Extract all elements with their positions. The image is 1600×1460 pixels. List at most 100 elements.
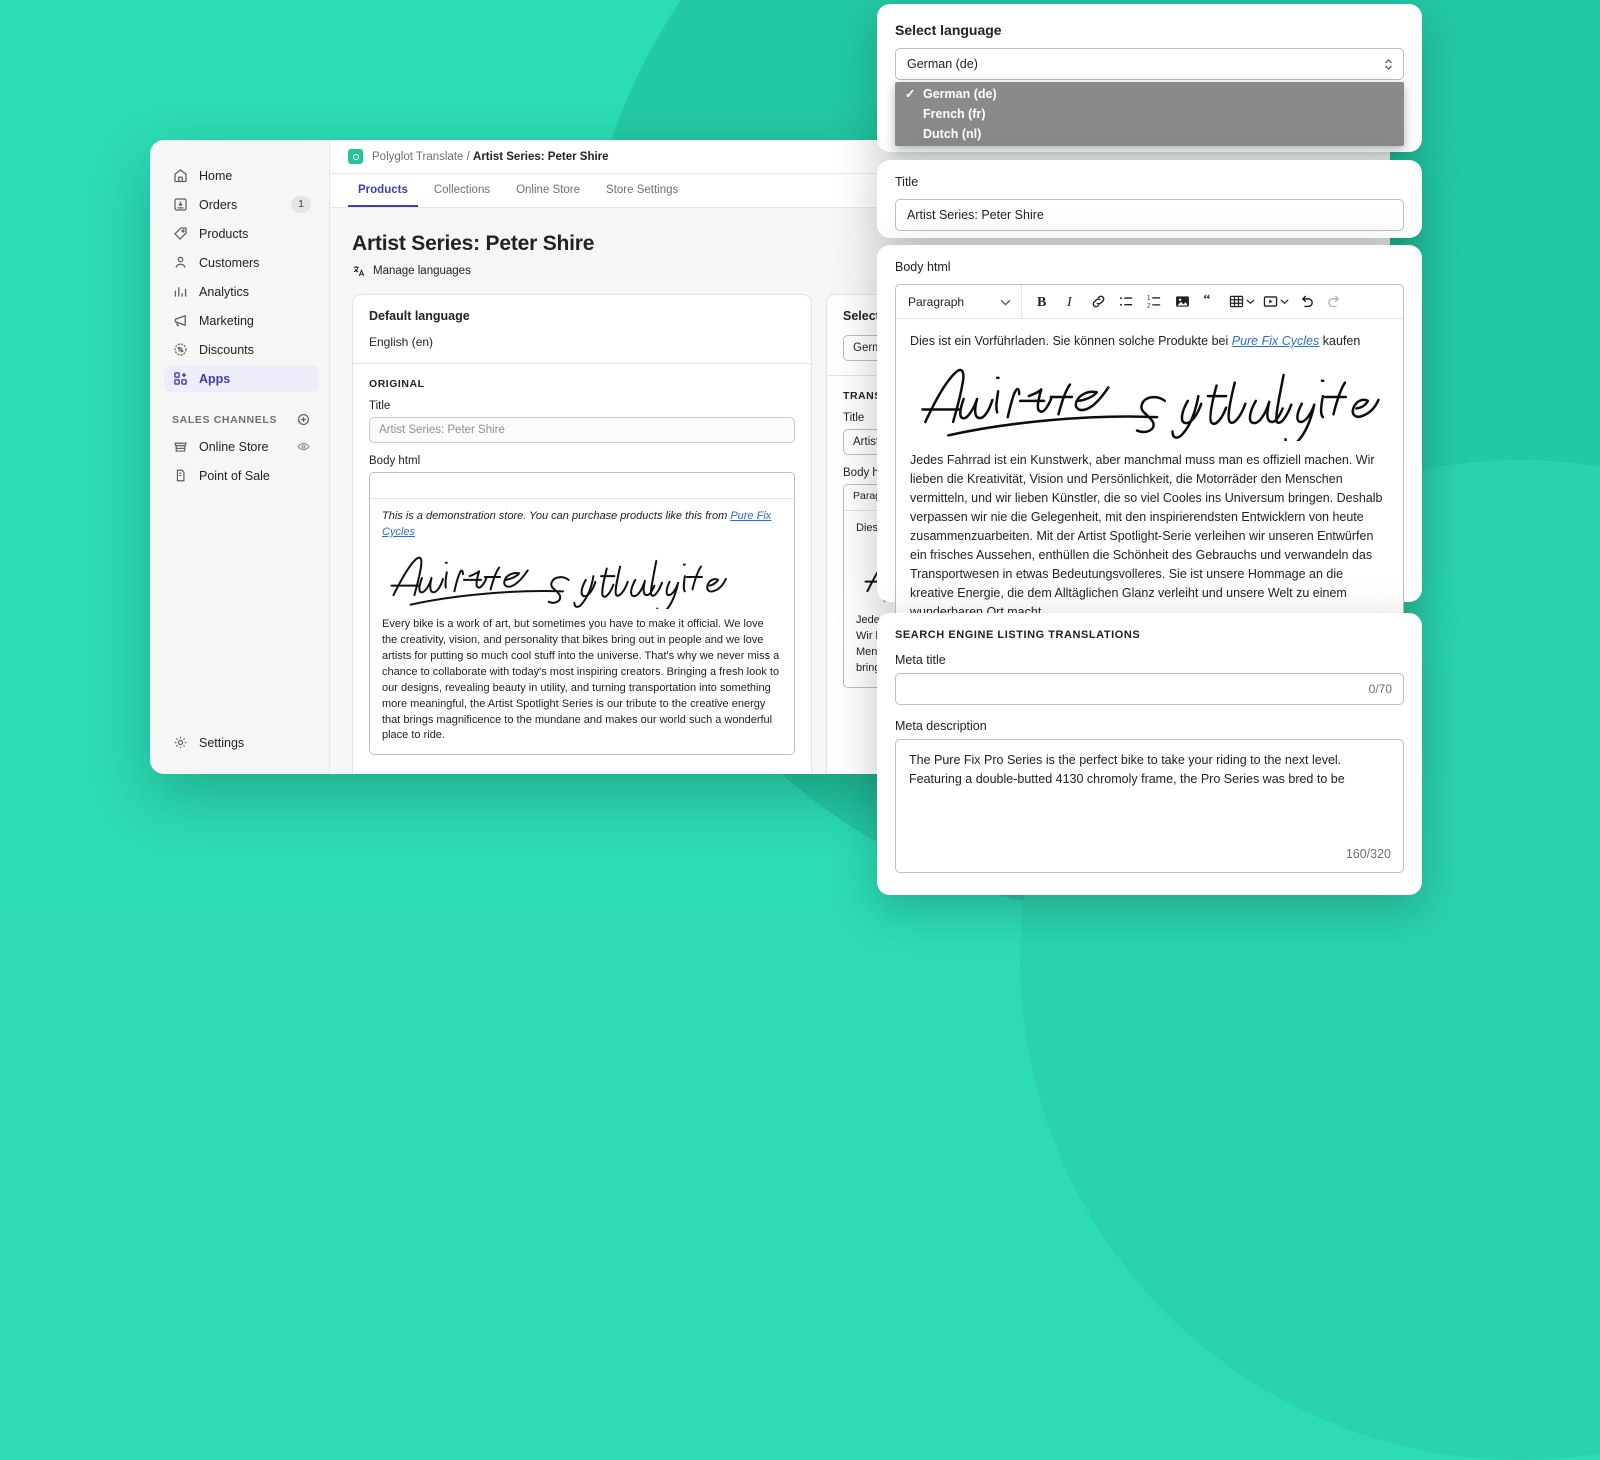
sidebar-item-analytics[interactable]: Analytics [164, 278, 319, 305]
orders-badge: 1 [291, 196, 311, 213]
original-intro: This is a demonstration store. You can p… [382, 509, 782, 541]
language-option-german[interactable]: ✓ German (de) [895, 84, 1404, 104]
chevron-down-icon [1246, 299, 1255, 305]
tag-icon [172, 225, 189, 242]
meta-description-value: The Pure Fix Pro Series is the perfect b… [909, 753, 1345, 787]
pure-fix-cycles-link[interactable]: Pure Fix Cycles [1232, 334, 1320, 348]
meta-title-input[interactable]: 0/70 [895, 673, 1404, 705]
default-language-card: Default language English (en) ORIGINAL T… [352, 294, 812, 774]
default-language-value: English (en) [369, 335, 434, 349]
language-option-list[interactable]: ✓ German (de) French (fr) Dutch (nl) [895, 82, 1404, 147]
apps-icon [172, 370, 189, 387]
sidebar-item-label: Orders [199, 197, 238, 212]
seo-eyebrow: SEARCH ENGINE LISTING TRANSLATIONS [895, 629, 1141, 641]
blockquote-icon[interactable]: “ [1198, 289, 1223, 314]
bulleted-list-icon[interactable] [1114, 289, 1139, 314]
sidebar-item-label: Marketing [199, 313, 254, 328]
artist-spotlight-signature [390, 556, 727, 609]
language-option-dutch[interactable]: Dutch (nl) [895, 124, 1404, 144]
breadcrumb-app[interactable]: Polyglot Translate [372, 151, 463, 163]
language-option-french[interactable]: French (fr) [895, 104, 1404, 124]
sidebar-item-discounts[interactable]: Discounts [164, 336, 319, 363]
sidebar-item-online-store[interactable]: Online Store [164, 433, 319, 460]
undo-icon[interactable] [1294, 289, 1319, 314]
pos-icon [172, 467, 189, 484]
sidebar-item-apps[interactable]: Apps [164, 365, 319, 392]
select-language-panel: Select language German (de) ✓ German (de… [877, 4, 1422, 152]
original-title-field: Title Artist Series: Peter Shire [369, 400, 795, 443]
body-intro-post: kaufen [1319, 334, 1361, 348]
language-option-label: French (fr) [923, 107, 986, 122]
language-option-label: German (de) [923, 87, 997, 101]
original-title-label: Title [369, 400, 391, 412]
rich-text-editor: Paragraph B I 12 “ Dies ist ein Vorführl… [895, 284, 1404, 636]
editor-content[interactable]: Dies ist ein Vorführladen. Sie können so… [896, 319, 1403, 635]
updown-caret-icon [1384, 58, 1393, 71]
sidebar-item-orders[interactable]: Orders 1 [164, 191, 319, 218]
discount-icon [172, 341, 189, 358]
plus-circle-icon[interactable] [296, 412, 311, 427]
meta-description-textarea[interactable]: The Pure Fix Pro Series is the perfect b… [895, 739, 1404, 873]
original-intro-text: This is a demonstration store. You can p… [382, 510, 731, 522]
orders-icon [172, 196, 189, 213]
person-icon [172, 254, 189, 271]
numbered-list-icon[interactable]: 12 [1142, 289, 1167, 314]
eye-icon[interactable] [296, 439, 311, 454]
original-body-editor: This is a demonstration store. You can p… [369, 472, 795, 756]
sidebar-item-customers[interactable]: Customers [164, 249, 319, 276]
svg-text:1: 1 [1147, 296, 1151, 302]
block-format-dropdown[interactable]: Paragraph [896, 285, 1022, 318]
meta-title-counter: 0/70 [1368, 682, 1392, 696]
seo-panel: SEARCH ENGINE LISTING TRANSLATIONS Meta … [877, 613, 1422, 895]
store-icon [172, 438, 189, 455]
sidebar-item-point-of-sale[interactable]: Point of Sale [164, 462, 319, 489]
language-select-value: German (de) [907, 57, 978, 71]
body-html-panel: Body html Paragraph B I 12 “ Dies ist ei… [877, 245, 1422, 636]
sidebar-item-label: Products [199, 226, 249, 241]
tab-products[interactable]: Products [348, 174, 418, 207]
tab-store-settings[interactable]: Store Settings [596, 174, 688, 207]
language-select[interactable]: German (de) [895, 48, 1404, 80]
sidebar-item-label: Online Store [199, 439, 269, 454]
image-icon[interactable] [1170, 289, 1195, 314]
artist-spotlight-signature-large [921, 368, 1380, 441]
sidebar-item-home[interactable]: Home [164, 162, 319, 189]
title-input[interactable]: Artist Series: Peter Shire [895, 199, 1404, 231]
sidebar-item-label: Apps [199, 371, 231, 386]
meta-description-label: Meta description [895, 719, 987, 733]
original-section: ORIGINAL Title Artist Series: Peter Shir… [353, 363, 811, 774]
original-body-toolbar [370, 473, 794, 499]
sidebar-item-settings[interactable]: Settings [164, 729, 319, 756]
chevron-down-icon [1000, 295, 1011, 309]
sidebar-item-label: Home [199, 168, 233, 183]
table-icon[interactable] [1226, 289, 1257, 314]
italic-icon[interactable]: I [1058, 289, 1083, 314]
body-intro-pre: Dies ist ein Vorführladen. Sie können so… [910, 334, 1232, 348]
sidebar-item-label: Settings [199, 735, 245, 750]
tab-online-store[interactable]: Online Store [506, 174, 590, 207]
bold-icon[interactable]: B [1030, 289, 1055, 314]
meta-title-label: Meta title [895, 653, 946, 667]
language-option-label: Dutch (nl) [923, 127, 982, 142]
sidebar-item-label: Analytics [199, 284, 250, 299]
sidebar-item-marketing[interactable]: Marketing [164, 307, 319, 334]
tab-collections[interactable]: Collections [424, 174, 500, 207]
original-paragraph: Every bike is a work of art, but sometim… [382, 617, 780, 742]
megaphone-icon [172, 312, 189, 329]
breadcrumb: Polyglot Translate / Artist Series: Pete… [372, 151, 609, 163]
body-html-label: Body html [895, 260, 951, 274]
chevron-down-icon [1280, 299, 1289, 305]
bar-chart-icon [172, 283, 189, 300]
original-body-field: Body html This is a demonstration store.… [369, 455, 795, 756]
link-icon[interactable] [1086, 289, 1111, 314]
video-icon[interactable] [1260, 289, 1291, 314]
body-intro-line: Dies ist ein Vorführladen. Sie können so… [910, 332, 1389, 351]
sidebar: Home Orders 1 Products Customers Analyti… [150, 140, 330, 774]
app-logo-icon [348, 149, 363, 164]
svg-text:2: 2 [1147, 303, 1151, 309]
translate-icon [352, 264, 366, 278]
sidebar-item-products[interactable]: Products [164, 220, 319, 247]
original-body-label: Body html [369, 455, 421, 467]
redo-icon[interactable] [1322, 289, 1347, 314]
